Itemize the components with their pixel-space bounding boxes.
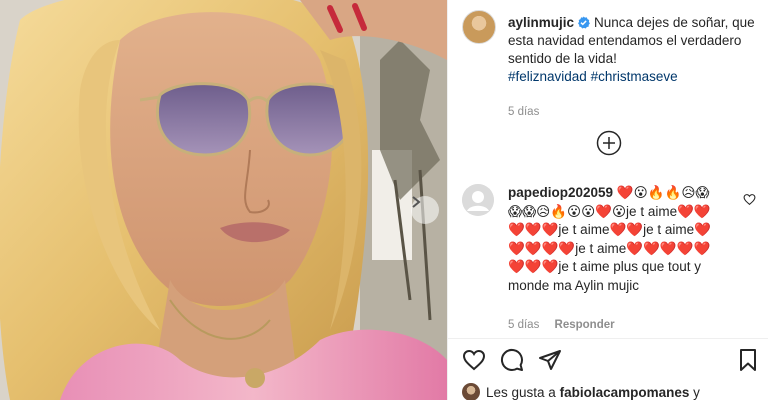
likes-prefix: Les gusta a (486, 385, 556, 400)
likes-summary: Les gusta a fabiolacampomanes y (462, 383, 700, 400)
commenter-username[interactable]: papediop202059 (508, 185, 613, 200)
comment-heart-icon[interactable] (743, 193, 756, 206)
hashtag-link[interactable]: #feliznavidad (508, 69, 587, 84)
author-avatar[interactable] (462, 10, 496, 44)
caption-body: aylinmujic Nunca dejes de soñar, que esta… (508, 14, 758, 86)
comment-text: ❤️😮🔥🔥😥😱😱😱😥🔥😮😮❤️😮je t aime❤️❤️❤️❤️❤️je t … (508, 185, 711, 293)
comment-body: papediop202059 ❤️😮🔥🔥😥😱😱😱😥🔥😮😮❤️😮je t aime… (508, 184, 718, 295)
post-side-panel: aylinmujic Nunca dejes de soñar, que esta… (447, 0, 768, 400)
reply-button[interactable]: Responder (555, 319, 615, 331)
default-avatar-icon (462, 184, 494, 216)
next-photo-button[interactable] (411, 196, 439, 224)
post-photo-illustration (0, 0, 447, 400)
heart-icon[interactable] (462, 348, 486, 372)
verified-badge-icon (578, 16, 590, 29)
actions-divider (448, 338, 768, 339)
comment-icon[interactable] (500, 348, 524, 372)
commenter-avatar[interactable] (462, 184, 494, 216)
likes-suffix: y (693, 385, 700, 400)
liker-username[interactable]: fabiolacampomanes (560, 385, 690, 400)
paper-plane-icon[interactable] (538, 348, 562, 372)
post-photo[interactable] (0, 0, 447, 400)
liker-avatar[interactable] (462, 383, 480, 400)
action-bar (462, 348, 762, 376)
hashtag-link[interactable]: #christmaseve (591, 69, 678, 84)
caption-timestamp: 5 días (508, 106, 540, 118)
plus-circle-icon[interactable] (596, 130, 622, 156)
chevron-right-icon (412, 196, 421, 208)
comment-timestamp: 5 días (508, 319, 540, 331)
bookmark-icon[interactable] (736, 348, 760, 372)
author-username[interactable]: aylinmujic (508, 15, 574, 30)
comment-meta: 5 días Responder (508, 319, 627, 331)
